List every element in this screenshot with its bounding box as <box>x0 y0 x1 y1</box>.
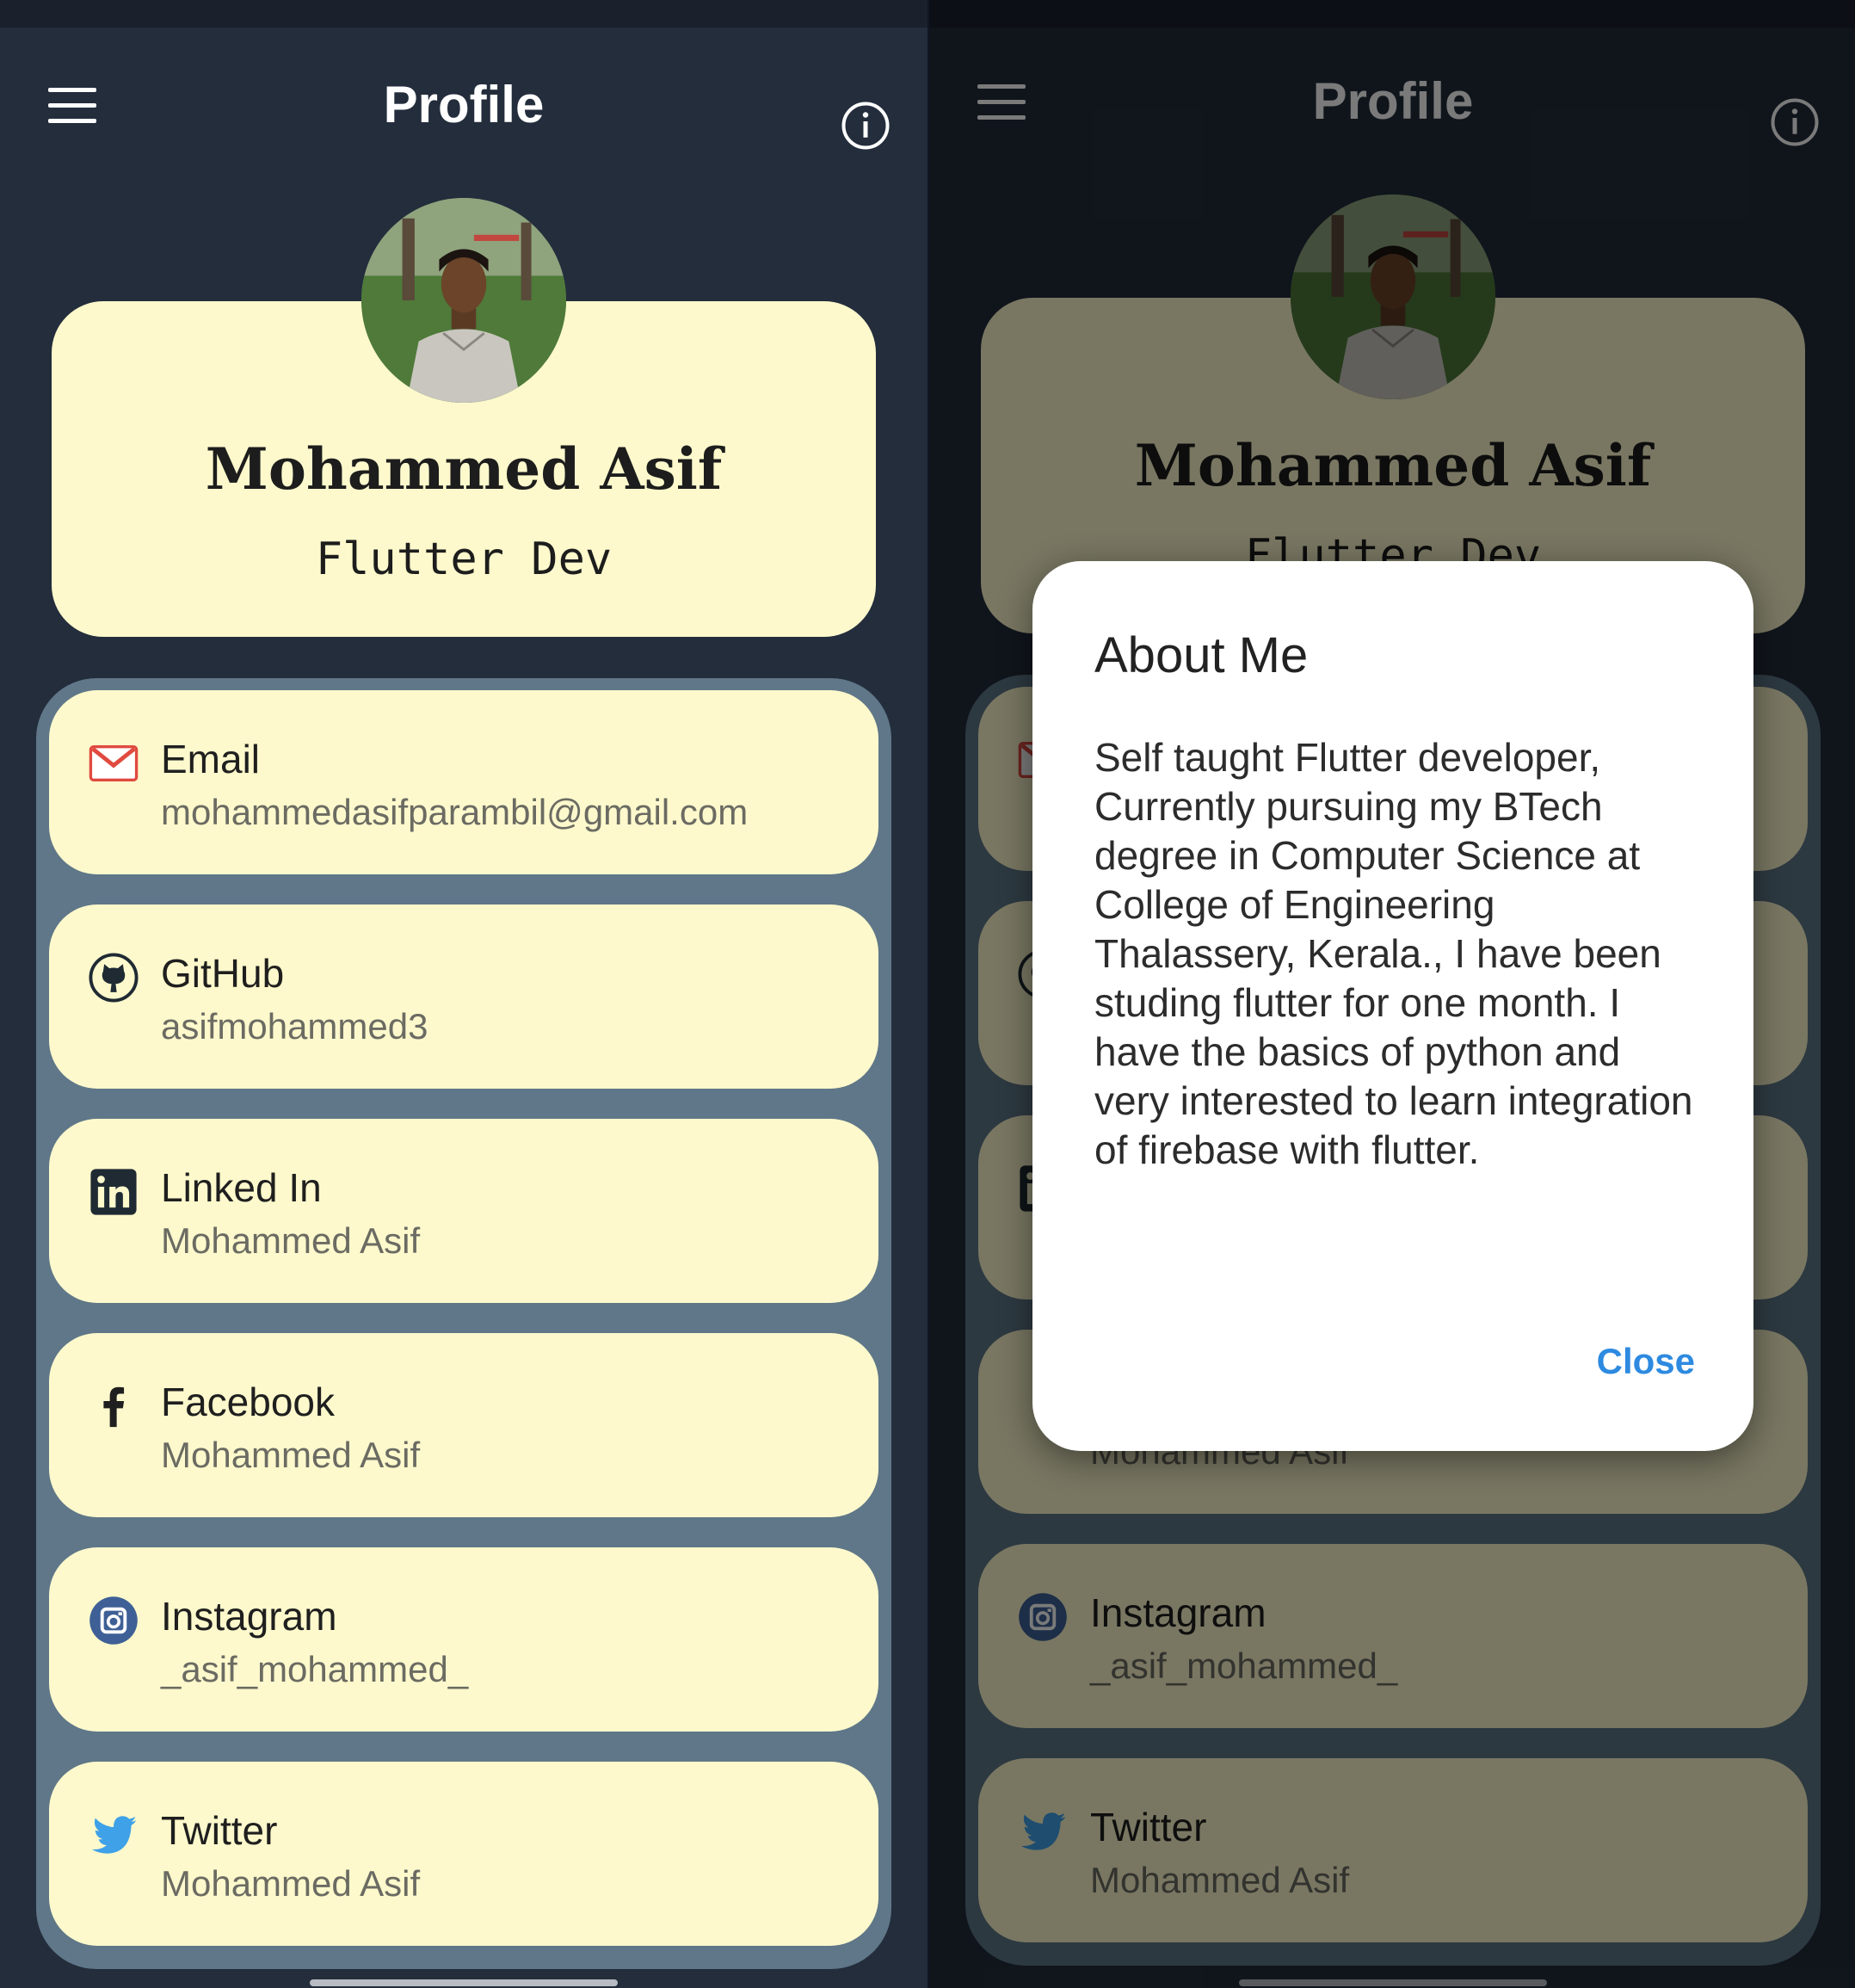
contact-title: GitHub <box>161 951 285 996</box>
contact-value: mohammedasifparambil@gmail.com <box>161 792 749 832</box>
profile-name: Mohammed Asif <box>205 435 723 503</box>
contact-item-facebook[interactable]: Facebook Mohammed Asif <box>49 1333 878 1517</box>
contact-title: Facebook <box>161 1380 336 1424</box>
profile-screen-with-dialog: Profile Mohammed Asif Flutter Dev <box>929 0 1855 1988</box>
contact-item-instagram[interactable]: Instagram _asif_mohammed_ <box>49 1547 878 1732</box>
info-icon[interactable] <box>840 100 891 151</box>
linkedin-icon <box>90 1169 137 1215</box>
contact-title: Twitter <box>161 1808 278 1853</box>
contact-title: Linked In <box>161 1165 322 1210</box>
instagram-icon <box>89 1596 138 1645</box>
contact-title: Instagram <box>161 1594 337 1639</box>
contact-value: Mohammed Asif <box>161 1863 421 1904</box>
home-indicator[interactable] <box>310 1979 618 1986</box>
avatar <box>361 198 566 403</box>
contact-value: Mohammed Asif <box>161 1435 421 1475</box>
status-bar <box>0 0 928 28</box>
twitter-icon <box>91 1816 137 1854</box>
mail-icon <box>89 744 139 782</box>
contact-item-github[interactable]: GitHub asifmohammed3 <box>49 904 878 1089</box>
contact-item-linkedin[interactable]: Linked In Mohammed Asif <box>49 1119 878 1303</box>
dialog-title: About Me <box>1094 627 1309 683</box>
dialog-body: Self taught Flutter developer, Currently… <box>1094 735 1693 1172</box>
contact-value: Mohammed Asif <box>161 1220 421 1261</box>
contact-item-twitter[interactable]: Twitter Mohammed Asif <box>49 1762 878 1946</box>
contact-item-email[interactable]: Email mohammedasifparambil@gmail.com <box>49 690 878 874</box>
app-bar: Profile <box>0 28 928 174</box>
github-icon <box>89 953 139 1003</box>
profile-screen: Profile Mohammed Asif Flutter Dev Email … <box>0 0 928 1988</box>
profile-role: Flutter Dev <box>315 534 613 585</box>
about-dialog: About Me Self taught Flutter developer, … <box>1032 561 1753 1451</box>
facebook-icon <box>103 1386 125 1428</box>
contact-list: Email mohammedasifparambil@gmail.com Git… <box>36 678 891 1969</box>
contact-value: asifmohammed3 <box>161 1006 428 1046</box>
close-button[interactable]: Close <box>1597 1336 1695 1387</box>
page-title: Profile <box>383 76 545 133</box>
contact-title: Email <box>161 737 261 781</box>
contact-value: _asif_mohammed_ <box>161 1649 469 1689</box>
